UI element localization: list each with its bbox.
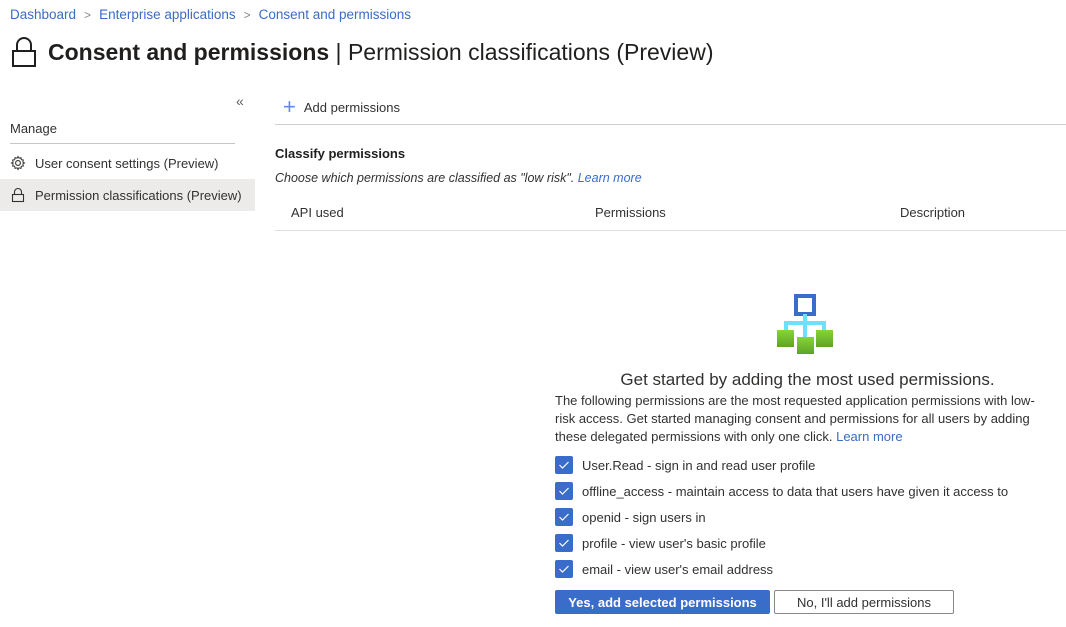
permission-checklist: User.Read - sign in and read user profil… [555, 452, 1050, 582]
add-permissions-manually-button[interactable]: No, I'll add permissions [774, 590, 954, 614]
column-header-api-used[interactable]: API used [291, 205, 344, 220]
sidebar-item-permission-classifications[interactable]: Permission classifications (Preview) [0, 179, 255, 211]
classify-description-text: Choose which permissions are classified … [275, 171, 578, 185]
checkbox-checked[interactable] [555, 534, 573, 552]
empty-state-description-text: The following permissions are the most r… [555, 393, 1035, 444]
page-header: Consent and permissions | Permission cla… [10, 34, 713, 70]
main-content: + Add permissions Classify permissions C… [275, 90, 1066, 231]
empty-state-actions: Yes, add selected permissions No, I'll a… [555, 590, 954, 614]
checkbox-checked[interactable] [555, 560, 573, 578]
toolbar: + Add permissions [275, 90, 1066, 125]
breadcrumb-dashboard[interactable]: Dashboard [10, 7, 76, 22]
lock-icon [11, 187, 25, 203]
permission-option-offline-access[interactable]: offline_access - maintain access to data… [555, 478, 1050, 504]
checkbox-checked[interactable] [555, 508, 573, 526]
plus-icon: + [283, 94, 296, 119]
permission-label: offline_access - maintain access to data… [582, 483, 1009, 499]
permissions-table-header: API used Permissions Description [275, 197, 1066, 231]
permission-label: profile - view user's basic profile [582, 535, 766, 551]
breadcrumb-enterprise-applications[interactable]: Enterprise applications [99, 7, 236, 22]
empty-state: Get started by adding the most used perm… [555, 290, 1050, 582]
add-permissions-button[interactable]: + Add permissions [283, 96, 400, 118]
breadcrumb: Dashboard > Enterprise applications > Co… [10, 7, 411, 22]
classify-permissions-description: Choose which permissions are classified … [275, 171, 1066, 185]
page-title-sub: Permission classifications (Preview) [347, 38, 714, 65]
checkmark-icon [559, 539, 569, 547]
empty-state-learn-more-link[interactable]: Learn more [836, 429, 902, 444]
classify-permissions-heading: Classify permissions [275, 146, 406, 161]
column-header-permissions[interactable]: Permissions [595, 205, 666, 220]
permission-option-openid[interactable]: openid - sign users in [555, 504, 1050, 530]
sidebar-section-manage: Manage [10, 118, 235, 144]
learn-more-link[interactable]: Learn more [578, 171, 642, 185]
sidebar-item-user-consent-settings[interactable]: User consent settings (Preview) [0, 147, 255, 179]
sidebar-item-label: Permission classifications (Preview) [35, 187, 242, 203]
checkmark-icon [559, 565, 569, 573]
checkmark-icon [559, 513, 569, 521]
checkbox-checked[interactable] [555, 456, 573, 474]
checkmark-icon [559, 487, 569, 495]
sidebar-item-label: User consent settings (Preview) [35, 155, 219, 171]
add-permissions-label: Add permissions [303, 99, 400, 115]
gear-icon [10, 155, 26, 171]
permission-option-profile[interactable]: profile - view user's basic profile [555, 530, 1050, 556]
permission-option-user-read[interactable]: User.Read - sign in and read user profil… [555, 452, 1050, 478]
sidebar: Manage User consent settings (Preview) P… [0, 118, 255, 211]
permission-label: User.Read - sign in and read user profil… [582, 457, 816, 473]
empty-state-title: Get started by adding the most used perm… [620, 370, 995, 389]
page-title-main: Consent and permissions [48, 38, 330, 65]
permission-label: openid - sign users in [582, 509, 706, 525]
hierarchy-icon [777, 294, 833, 354]
chevron-right-icon: > [84, 7, 92, 22]
empty-state-description: The following permissions are the most r… [555, 392, 1050, 446]
collapse-sidebar-button[interactable]: « [236, 93, 244, 109]
page-title: Consent and permissions | Permission cla… [48, 39, 713, 66]
page-title-separator: | [329, 38, 348, 65]
permission-label: email - view user's email address [582, 561, 774, 577]
permission-option-email[interactable]: email - view user's email address [555, 556, 1050, 582]
checkmark-icon [559, 461, 569, 469]
lock-icon [12, 37, 36, 67]
checkbox-checked[interactable] [555, 482, 573, 500]
add-selected-permissions-button[interactable]: Yes, add selected permissions [555, 590, 770, 614]
breadcrumb-consent-and-permissions[interactable]: Consent and permissions [259, 7, 411, 22]
column-header-description[interactable]: Description [900, 205, 965, 220]
chevron-right-icon: > [243, 7, 251, 22]
